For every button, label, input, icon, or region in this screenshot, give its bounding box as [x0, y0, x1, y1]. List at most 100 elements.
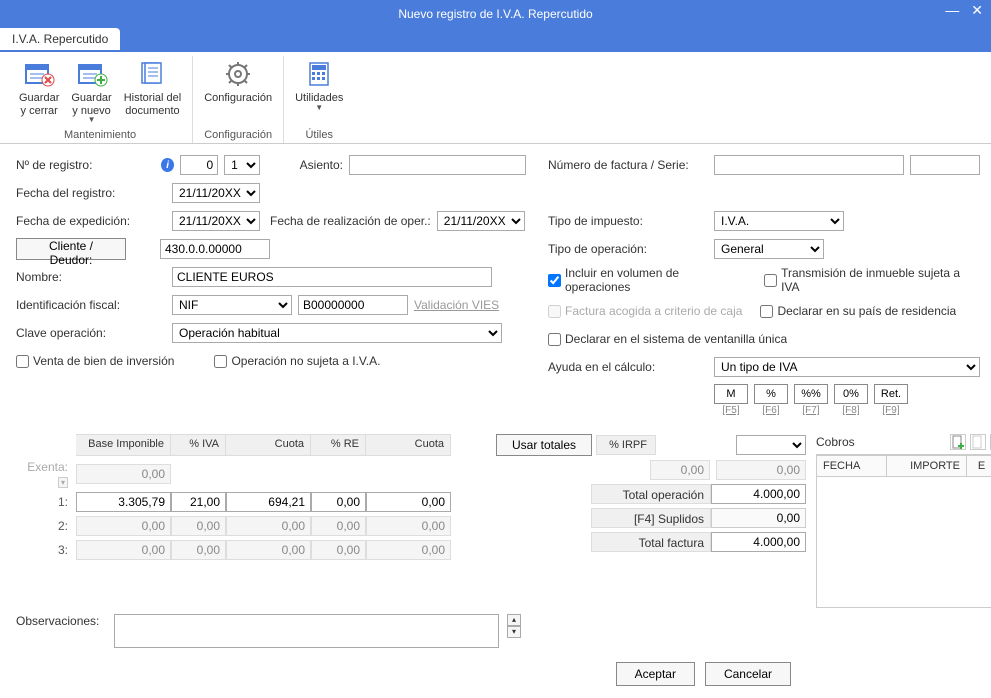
- ribbon-group-config: Configuración Configuración: [193, 56, 284, 143]
- utilities-button[interactable]: Utilidades ▼: [290, 56, 348, 127]
- validacion-vies-link[interactable]: Validación VIES: [414, 298, 499, 312]
- r2-iva[interactable]: [171, 516, 226, 536]
- r2-base[interactable]: [76, 516, 171, 536]
- calc-pctpct-button[interactable]: %%: [794, 384, 828, 404]
- irpf-v1[interactable]: [650, 460, 710, 480]
- col-re: % RE: [311, 434, 366, 456]
- total-factura-label: Total factura: [591, 532, 711, 552]
- history-button[interactable]: Historial del documento: [119, 56, 186, 127]
- r3-re[interactable]: [311, 540, 366, 560]
- irpf-select[interactable]: [736, 435, 806, 455]
- chk-declarar-pais[interactable]: Declarar en su país de residencia: [760, 304, 956, 318]
- total-factura-value[interactable]: [711, 532, 806, 552]
- calc-ret-button[interactable]: Ret.: [874, 384, 908, 404]
- numfact-input[interactable]: [714, 155, 904, 175]
- aceptar-button[interactable]: Aceptar: [616, 662, 695, 686]
- calc-buttons: M[F5] %[F6] %%[F7] 0%[F8] Ret.[F9]: [714, 384, 908, 416]
- idfiscal-type-select[interactable]: NIF: [172, 295, 292, 315]
- document-history-icon: [136, 58, 168, 90]
- chk-op-no-sujeta[interactable]: Operación no sujeta a I.V.A.: [214, 354, 380, 368]
- chk-incluir-volumen[interactable]: Incluir en volumen de operaciones: [548, 266, 746, 294]
- claveop-label: Clave operación:: [16, 326, 166, 340]
- r3-iva[interactable]: [171, 540, 226, 560]
- fechareal-input[interactable]: 21/11/20XX: [437, 211, 525, 231]
- tipoimp-label: Tipo de impuesto:: [548, 214, 708, 228]
- asiento-label: Asiento:: [300, 158, 343, 172]
- irpf-v2[interactable]: [716, 460, 806, 480]
- r3-cuota[interactable]: [226, 540, 311, 560]
- r1-cuota2[interactable]: [366, 492, 451, 512]
- cobros-add-icon[interactable]: [950, 434, 966, 450]
- idfiscal-label: Identificación fiscal:: [16, 298, 166, 312]
- cobros-edit-icon[interactable]: [970, 434, 986, 450]
- chk-venta-bien[interactable]: Venta de bien de inversión: [16, 354, 174, 368]
- cobros-body[interactable]: [817, 477, 991, 607]
- cobros-title: Cobros: [816, 435, 855, 449]
- window-controls: — ✕: [945, 2, 983, 19]
- totals-panel: Usar totales % IRPF Total operación [F4]…: [496, 434, 806, 552]
- r2-re[interactable]: [311, 516, 366, 536]
- serie-input[interactable]: [910, 155, 980, 175]
- chk-factura-caja: Factura acogida a criterio de caja: [548, 304, 742, 318]
- nregistro-select[interactable]: 1: [224, 155, 260, 175]
- r2-cuota[interactable]: [226, 516, 311, 536]
- r1-iva[interactable]: [171, 492, 226, 512]
- tipoimp-select[interactable]: I.V.A.: [714, 211, 844, 231]
- minimize-button[interactable]: —: [945, 2, 959, 19]
- save-close-button[interactable]: Guardar y cerrar: [14, 56, 64, 127]
- fecharegistro-input[interactable]: 21/11/20XX: [172, 183, 260, 203]
- nombre-input[interactable]: [172, 267, 492, 287]
- r1-cuota[interactable]: [226, 492, 311, 512]
- close-button[interactable]: ✕: [971, 2, 983, 19]
- cliente-input[interactable]: [160, 239, 270, 259]
- config-button[interactable]: Configuración: [199, 56, 277, 127]
- ribbon: Guardar y cerrar Guardar y nuevo ▼ Histo…: [0, 52, 991, 144]
- r3-cuota2[interactable]: [366, 540, 451, 560]
- cliente-button[interactable]: Cliente / Deudor:: [16, 238, 126, 260]
- fechaexp-label: Fecha de expedición:: [16, 214, 166, 228]
- usar-totales-button[interactable]: Usar totales: [496, 434, 592, 456]
- exenta-label: Exenta: ▾: [16, 460, 76, 488]
- save-new-button[interactable]: Guardar y nuevo ▼: [66, 56, 116, 127]
- chevron-down-icon[interactable]: ▼: [88, 115, 96, 124]
- idfiscal-input[interactable]: [298, 295, 408, 315]
- tab-iva-repercutido[interactable]: I.V.A. Repercutido: [0, 28, 120, 50]
- chevron-down-icon[interactable]: ▼: [315, 103, 323, 112]
- chk-transmision-inmueble[interactable]: Transmisión de inmueble sujeta a IVA: [764, 266, 980, 294]
- fechaexp-input[interactable]: 21/11/20XX: [172, 211, 260, 231]
- nregistro-input-1[interactable]: [180, 155, 218, 175]
- spinner-up-icon[interactable]: ▴: [507, 614, 521, 626]
- chk-ventanilla-unica[interactable]: Declarar en el sistema de ventanilla úni…: [548, 332, 787, 346]
- suplidos-value[interactable]: [711, 508, 806, 528]
- col-iva: % IVA: [171, 434, 226, 456]
- r1-re[interactable]: [311, 492, 366, 512]
- save-close-icon: [23, 58, 55, 90]
- suplidos-label[interactable]: [F4] Suplidos: [591, 508, 711, 528]
- col-e: E: [967, 456, 991, 476]
- save-new-icon: [76, 58, 108, 90]
- claveop-select[interactable]: Operación habitual: [172, 323, 502, 343]
- info-icon[interactable]: i: [161, 158, 174, 172]
- col-cuota2: Cuota: [366, 434, 451, 456]
- cancelar-button[interactable]: Cancelar: [705, 662, 791, 686]
- asiento-input[interactable]: [349, 155, 526, 175]
- observaciones-input[interactable]: [114, 614, 499, 648]
- calc-m-button[interactable]: M: [714, 384, 748, 404]
- fecharegistro-label: Fecha del registro:: [16, 186, 166, 200]
- nombre-label: Nombre:: [16, 270, 166, 284]
- calculator-icon: [303, 58, 335, 90]
- r1-base[interactable]: [76, 492, 171, 512]
- window-title: Nuevo registro de I.V.A. Repercutido: [398, 7, 592, 21]
- r3-base[interactable]: [76, 540, 171, 560]
- calc-zero-button[interactable]: 0%: [834, 384, 868, 404]
- r2-cuota2[interactable]: [366, 516, 451, 536]
- total-op-value[interactable]: [711, 484, 806, 504]
- observaciones-spinner: ▴ ▾: [507, 614, 521, 638]
- col-base: Base Imponible: [76, 434, 171, 456]
- calc-pct-button[interactable]: %: [754, 384, 788, 404]
- col-cuota: Cuota: [226, 434, 311, 456]
- gear-icon: [222, 58, 254, 90]
- tipoop-select[interactable]: General: [714, 239, 824, 259]
- spinner-down-icon[interactable]: ▾: [507, 626, 521, 638]
- ayuda-select[interactable]: Un tipo de IVA: [714, 357, 980, 377]
